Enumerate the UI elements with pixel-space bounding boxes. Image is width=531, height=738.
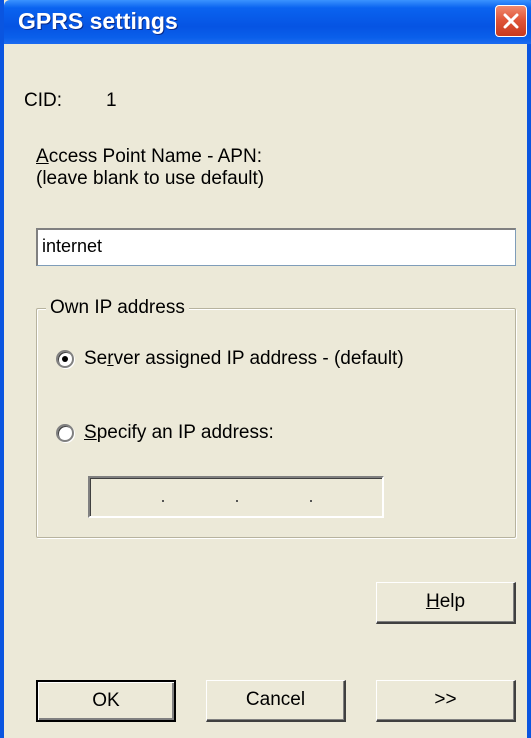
specify-ip-radio[interactable] xyxy=(56,424,74,442)
server-assigned-label[interactable]: Server assigned IP address - (default) xyxy=(84,348,404,370)
ip-dot-3 xyxy=(310,500,312,502)
help-button[interactable]: Help xyxy=(376,582,516,624)
apn-label-rest: ccess Point Name - APN: xyxy=(48,146,262,167)
apn-hint: (leave blank to use default) xyxy=(36,168,265,189)
cancel-button[interactable]: Cancel xyxy=(206,680,346,722)
specify-ip-label-rest: pecify an IP address: xyxy=(96,422,274,443)
help-label-rest: elp xyxy=(439,591,466,612)
ip-dot-2 xyxy=(236,500,238,502)
apn-label-accel: A xyxy=(36,146,49,167)
gprs-settings-dialog: GPRS settings CID: 1 Access Point Name -… xyxy=(0,0,531,738)
cid-label: CID: xyxy=(24,90,62,111)
ip-dot-1 xyxy=(162,500,164,502)
specify-ip-label-accel: S xyxy=(84,422,97,443)
apn-input[interactable]: internet xyxy=(36,228,516,266)
title-bar: GPRS settings xyxy=(4,0,531,44)
help-accel: H xyxy=(425,591,440,612)
radio-selected-dot xyxy=(62,356,68,362)
own-ip-group-label: Own IP address xyxy=(46,297,189,319)
apn-label: Access Point Name - APN: xyxy=(36,146,262,168)
specify-ip-label[interactable]: Specify an IP address: xyxy=(84,422,274,444)
more-button[interactable]: >> xyxy=(376,680,516,722)
server-assigned-label-rest: ver assigned IP address - (default) xyxy=(113,348,404,369)
server-assigned-label-a: Se xyxy=(84,348,108,369)
cid-value: 1 xyxy=(106,90,117,111)
ok-button[interactable]: OK xyxy=(36,680,176,722)
close-icon xyxy=(503,13,519,29)
apn-input-value: internet xyxy=(42,236,103,256)
ip-address-field[interactable] xyxy=(88,476,384,518)
server-assigned-radio[interactable] xyxy=(56,350,74,368)
close-button[interactable] xyxy=(495,5,527,37)
window-title: GPRS settings xyxy=(18,8,178,34)
